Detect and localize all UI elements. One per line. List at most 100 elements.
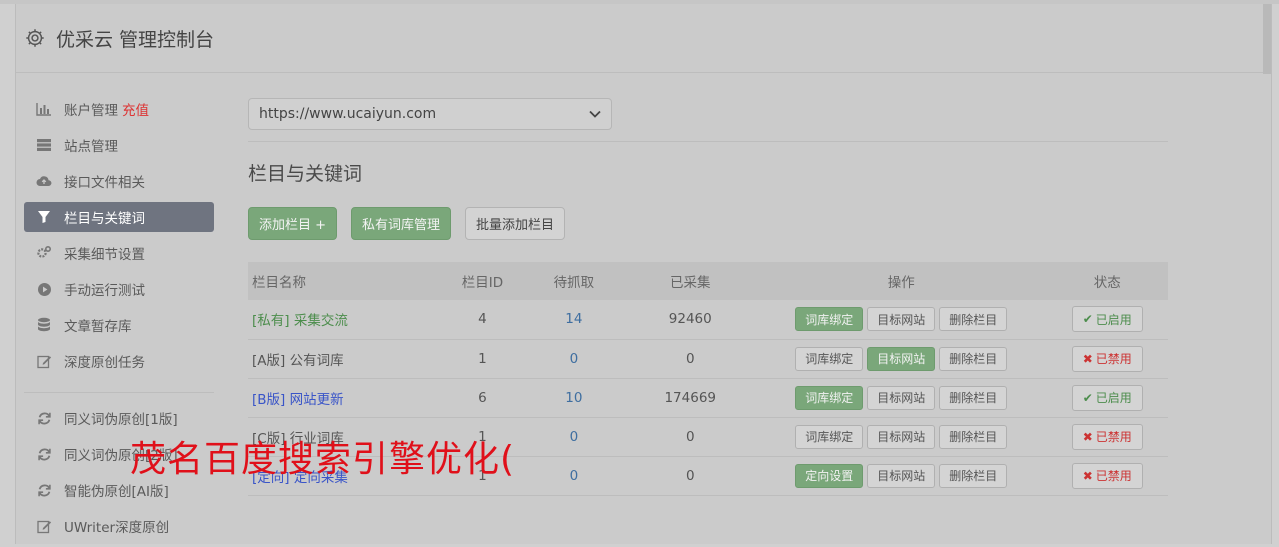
- library-bind-button[interactable]: 词库绑定: [795, 307, 864, 332]
- sidebar-item[interactable]: 深度原创任务: [24, 346, 214, 376]
- column-id: 6: [478, 389, 487, 406]
- column-tag: [私有]: [252, 313, 290, 330]
- table-row: [A版] 公有词库 1 0 0 词库绑定 目标网站 删除栏目 ✖ 已禁用: [248, 339, 1168, 378]
- x-icon: ✖: [1082, 468, 1093, 483]
- delete-column-button[interactable]: 删除栏目: [939, 385, 1008, 410]
- library-bind-button[interactable]: 词库绑定: [795, 424, 864, 449]
- col-header-status: 状态: [1093, 275, 1121, 291]
- col-header-actions: 操作: [887, 275, 915, 291]
- actions-cell: 词库绑定 目标网站 删除栏目: [756, 417, 1047, 456]
- site-select[interactable]: https://www.ucaiyun.com: [248, 98, 612, 130]
- column-name[interactable]: 采集交流: [294, 313, 348, 329]
- collected-count: 174669: [664, 389, 717, 406]
- library-bind-button[interactable]: 定向设置: [795, 463, 864, 488]
- header: 优采云 管理控制台: [16, 4, 1271, 73]
- table-header-row: 栏目名称 栏目ID 待抓取 已采集 操作 状态: [248, 262, 1168, 300]
- recharge-badge[interactable]: 充值: [122, 99, 149, 119]
- sidebar-item-label: 站点管理: [64, 139, 118, 155]
- actions-cell: 词库绑定 目标网站 删除栏目: [756, 300, 1047, 339]
- sidebar-item[interactable]: 账户管理 充值: [24, 94, 214, 124]
- scrollbar[interactable]: [1263, 4, 1271, 74]
- col-header-collected: 已采集: [669, 275, 711, 291]
- pending-count: 0: [569, 467, 579, 484]
- collected-count: 0: [685, 467, 695, 484]
- batch-add-button[interactable]: 批量添加栏目: [465, 207, 566, 240]
- actions-cell: 词库绑定 目标网站 删除栏目: [756, 378, 1047, 417]
- target-site-button[interactable]: 目标网站: [867, 424, 936, 449]
- actions-cell: 词库绑定 目标网站 删除栏目: [756, 339, 1047, 378]
- divider: [248, 141, 1168, 142]
- status-toggle[interactable]: ✔ 已启用: [1071, 306, 1143, 333]
- col-header-pending: 待抓取: [553, 275, 595, 291]
- column-id: 1: [478, 350, 487, 367]
- x-icon: ✖: [1082, 351, 1093, 366]
- delete-column-button[interactable]: 删除栏目: [939, 424, 1008, 449]
- col-header-id: 栏目ID: [461, 275, 504, 291]
- add-column-button[interactable]: 添加栏目 +: [248, 207, 338, 240]
- target-site-button[interactable]: 目标网站: [867, 307, 936, 332]
- sidebar-item[interactable]: 采集细节设置: [24, 238, 214, 268]
- status-label: 已启用: [1095, 312, 1132, 327]
- edit-icon: [36, 353, 52, 369]
- status-toggle[interactable]: ✖ 已禁用: [1071, 423, 1143, 450]
- column-name-cell: [B版] 网站更新: [248, 378, 442, 417]
- section-title: 栏目与关键词: [248, 163, 363, 185]
- status-toggle[interactable]: ✖ 已禁用: [1071, 462, 1143, 489]
- refresh-icon: [36, 410, 52, 426]
- pending-count: 0: [569, 350, 579, 367]
- collected-count: 0: [685, 350, 695, 367]
- delete-column-button[interactable]: 删除栏目: [939, 346, 1008, 371]
- status-toggle[interactable]: ✖ 已禁用: [1071, 345, 1143, 372]
- edit-icon: [36, 518, 52, 534]
- library-bind-button[interactable]: 词库绑定: [795, 385, 864, 410]
- sidebar-item[interactable]: 站点管理: [24, 130, 214, 160]
- database-icon: [36, 317, 52, 333]
- refresh-icon: [36, 482, 52, 498]
- filter-icon: [36, 209, 52, 225]
- sidebar-item-label: 栏目与关键词: [64, 211, 145, 227]
- sidebar-item[interactable]: 栏目与关键词: [24, 202, 214, 232]
- sidebar-item-label: UWriter深度原创: [64, 520, 170, 536]
- status-label: 已禁用: [1095, 469, 1132, 483]
- target-site-button[interactable]: 目标网站: [867, 463, 936, 488]
- sidebar-item[interactable]: 手动运行测试: [24, 274, 214, 304]
- status-toggle[interactable]: ✔ 已启用: [1071, 384, 1143, 411]
- bar-chart-icon: [36, 101, 52, 117]
- page-title: 优采云 管理控制台: [56, 28, 215, 51]
- target-site-button[interactable]: 目标网站: [867, 346, 936, 371]
- status-label: 已禁用: [1095, 352, 1132, 366]
- gears-icon: [36, 245, 52, 261]
- actions-cell: 定向设置 目标网站 删除栏目: [756, 456, 1047, 495]
- overlay-text: 茂名百度搜索引擎优化(: [130, 439, 516, 480]
- sidebar-divider: [24, 392, 214, 393]
- gear-icon: [26, 29, 44, 47]
- status-cell: ✖ 已禁用: [1047, 417, 1168, 456]
- sidebar-item[interactable]: UWriter深度原创: [24, 511, 214, 541]
- x-icon: ✖: [1082, 429, 1093, 444]
- status-label: 已禁用: [1095, 430, 1132, 444]
- status-cell: ✖ 已禁用: [1047, 456, 1168, 495]
- server-icon: [36, 137, 52, 153]
- column-name[interactable]: 公有词库: [290, 353, 344, 369]
- sidebar-item-label: 智能伪原创[AI版]: [64, 484, 169, 500]
- sidebar-item-label: 接口文件相关: [64, 175, 145, 191]
- column-name-cell: [A版] 公有词库: [248, 339, 442, 378]
- sidebar-item[interactable]: 同义词伪原创[1版]: [24, 403, 214, 433]
- column-id: 4: [478, 311, 487, 328]
- column-tag: [A版]: [252, 352, 286, 369]
- delete-column-button[interactable]: 删除栏目: [939, 307, 1008, 332]
- library-bind-button[interactable]: 词库绑定: [795, 346, 864, 371]
- sidebar-item[interactable]: 文章暂存库: [24, 310, 214, 340]
- private-library-button[interactable]: 私有词库管理: [351, 207, 452, 240]
- sidebar-item-label: 同义词伪原创[1版]: [64, 412, 178, 428]
- site-select-value: https://www.ucaiyun.com: [259, 106, 437, 122]
- target-site-button[interactable]: 目标网站: [867, 385, 936, 410]
- status-cell: ✔ 已启用: [1047, 378, 1168, 417]
- sidebar-item[interactable]: 接口文件相关: [24, 166, 214, 196]
- sidebar-item-label: 手动运行测试: [64, 283, 145, 299]
- play-circle-icon: [36, 281, 52, 297]
- delete-column-button[interactable]: 删除栏目: [939, 463, 1008, 488]
- status-cell: ✔ 已启用: [1047, 300, 1168, 339]
- chevron-down-icon: [589, 110, 601, 118]
- column-name[interactable]: 网站更新: [290, 392, 344, 408]
